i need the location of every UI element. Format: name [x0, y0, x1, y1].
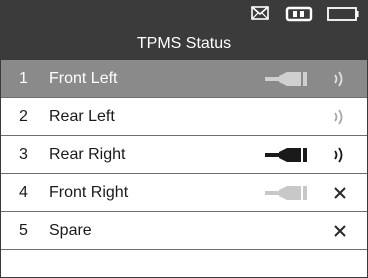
- sensor-row-front-left[interactable]: 1 Front Left: [1, 60, 367, 98]
- sensor-name: Front Right: [49, 184, 129, 201]
- sensor-row-rear-left[interactable]: 2 Rear Left: [1, 98, 367, 136]
- signal-icon: [334, 109, 343, 125]
- sensor-number: 2: [19, 108, 28, 125]
- sensor-name: Spare: [49, 222, 92, 239]
- sensor-plug-icon: [265, 148, 307, 162]
- sensor-number: 3: [19, 146, 28, 163]
- sensor-number: 5: [19, 222, 28, 239]
- sensor-row-front-right[interactable]: 4 Front Right: [1, 174, 367, 212]
- fail-x-icon: [334, 225, 346, 237]
- header-bar: TPMS Status: [1, 1, 367, 60]
- sensor-number: 4: [19, 184, 28, 201]
- row-divider: [1, 249, 367, 250]
- sensor-number: 1: [19, 70, 28, 87]
- battery-icon: [327, 7, 359, 21]
- mail-icon: [251, 6, 269, 20]
- signal-icon: [334, 71, 343, 87]
- page-title: TPMS Status: [136, 35, 232, 52]
- fail-x-icon: [334, 187, 346, 199]
- signal-icon: [334, 147, 343, 163]
- tpms-screen: TPMS Status 1 Front Left 2 Rear Left 3 R…: [0, 0, 368, 278]
- sensor-plug-icon: [265, 72, 307, 86]
- sensor-row-rear-right[interactable]: 3 Rear Right: [1, 136, 367, 174]
- sensor-name: Rear Left: [49, 108, 115, 125]
- sensor-row-spare[interactable]: 5 Spare: [1, 212, 367, 250]
- sensor-name: Rear Right: [49, 146, 126, 163]
- sensor-name: Front Left: [49, 70, 118, 87]
- vci-connection-icon: [285, 6, 313, 22]
- sensor-plug-icon: [265, 186, 307, 200]
